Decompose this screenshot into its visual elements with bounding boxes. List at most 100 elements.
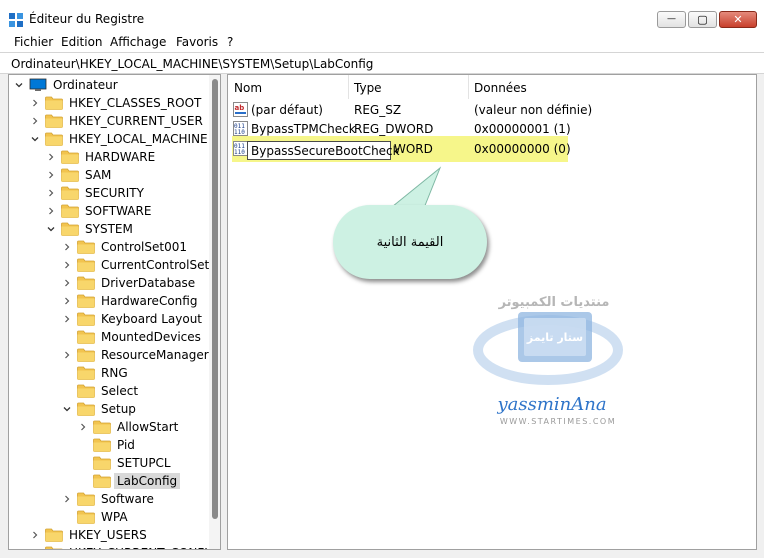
tree-node-driverdatabase[interactable]: DriverDatabase xyxy=(61,274,195,292)
maximize-button[interactable]: ▢ xyxy=(688,11,717,28)
menu-affichage[interactable]: Affichage xyxy=(110,35,166,49)
tree-node-software[interactable]: SOFTWARE xyxy=(45,202,151,220)
tree-scrollbar[interactable] xyxy=(209,75,220,549)
menu-favoris[interactable]: Favoris xyxy=(176,35,218,49)
tree-node-label: HKEY_LOCAL_MACHINE xyxy=(69,132,208,146)
chevron-right-icon[interactable] xyxy=(29,526,41,544)
tree-node-label: HARDWARE xyxy=(85,150,156,164)
tree-node-hkey-local-machine[interactable]: HKEY_LOCAL_MACHINE xyxy=(29,130,208,148)
column-header-data[interactable]: Données xyxy=(474,81,527,95)
close-button[interactable]: ✕ xyxy=(719,11,757,28)
column-separator[interactable] xyxy=(468,75,469,99)
chevron-right-icon[interactable] xyxy=(45,166,57,184)
tree-node-label: HKEY_CURRENT_CONFIG xyxy=(69,546,217,549)
chevron-right-icon[interactable] xyxy=(61,310,73,328)
folder-icon xyxy=(73,348,101,362)
chevron-down-icon[interactable] xyxy=(13,76,25,94)
tree-node-label: MountedDevices xyxy=(101,330,201,344)
folder-icon xyxy=(41,546,69,549)
menu-help[interactable]: ? xyxy=(227,35,233,49)
column-header-name[interactable]: Nom xyxy=(234,81,262,95)
tree-node-ordinateur[interactable]: Ordinateur xyxy=(13,76,118,94)
folder-icon xyxy=(73,510,101,524)
minimize-button[interactable]: — xyxy=(657,11,686,28)
tree-node-pid[interactable]: Pid xyxy=(77,436,135,454)
chevron-right-icon[interactable] xyxy=(45,148,57,166)
svg-text:110: 110 xyxy=(234,129,245,136)
string-value-icon: ab xyxy=(233,102,248,117)
chevron-right-icon[interactable] xyxy=(61,292,73,310)
value-row-editing[interactable]: 011 110 BypassSecureBootCheck WORD 0x000… xyxy=(228,139,756,160)
tree-node-sam[interactable]: SAM xyxy=(45,166,111,184)
registry-editor-window: Éditeur du Registre — ▢ ✕ Fichier Editio… xyxy=(0,0,764,558)
chevron-right-icon[interactable] xyxy=(61,256,73,274)
tree-node-allowstart[interactable]: AllowStart xyxy=(77,418,178,436)
binary-value-icon: 011 110 xyxy=(233,141,248,156)
tree-node-hkey-current-config[interactable]: HKEY_CURRENT_CONFIG xyxy=(29,544,217,549)
tree-node-setup[interactable]: Setup xyxy=(61,400,136,418)
tree-node-software[interactable]: Software xyxy=(61,490,154,508)
svg-text:ab: ab xyxy=(235,104,245,112)
tree-node-label: SOFTWARE xyxy=(85,204,152,218)
address-bar[interactable]: Ordinateur\HKEY_LOCAL_MACHINE\SYSTEM\Set… xyxy=(0,52,764,74)
chevron-right-icon[interactable] xyxy=(61,274,73,292)
folder-icon xyxy=(73,330,101,344)
tree-node-hardwareconfig[interactable]: HardwareConfig xyxy=(61,292,197,310)
tree-node-labconfig[interactable]: LabConfig xyxy=(77,472,181,490)
rename-edit-box[interactable]: BypassSecureBootCheck xyxy=(247,141,400,160)
tree-node-rng[interactable]: RNG xyxy=(61,364,128,382)
tree-node-wpa[interactable]: WPA xyxy=(61,508,128,526)
tree-node-security[interactable]: SECURITY xyxy=(45,184,144,202)
chevron-right-icon[interactable] xyxy=(29,94,41,112)
key-tree-pane[interactable]: Ordinateur HKEY_CLASSES_ROOT HKEY_CURRENT_… xyxy=(8,74,221,550)
tree-node-label: HKEY_CURRENT_USER xyxy=(69,114,203,128)
tree-node-hkey-users[interactable]: HKEY_USERS xyxy=(29,526,147,544)
value-row[interactable]: ab (par défaut) REG_SZ (valeur non défin… xyxy=(228,100,756,119)
value-type: REG_DWORD xyxy=(354,122,434,136)
window-title: Éditeur du Registre xyxy=(29,12,145,26)
tree-scrollbar-thumb[interactable] xyxy=(212,79,218,519)
chevron-right-icon[interactable] xyxy=(61,346,73,364)
tree-node-label: Ordinateur xyxy=(53,78,118,92)
folder-icon xyxy=(41,528,69,542)
folder-icon xyxy=(57,204,85,218)
column-separator[interactable] xyxy=(348,75,349,99)
tree-node-currentcontrolset[interactable]: CurrentControlSet xyxy=(61,256,209,274)
tree-node-select[interactable]: Select xyxy=(61,382,138,400)
chevron-down-icon[interactable] xyxy=(61,400,73,418)
tree-node-hkey-classes-root[interactable]: HKEY_CLASSES_ROOT xyxy=(29,94,201,112)
chevron-down-icon[interactable] xyxy=(29,130,41,148)
tree-node-resourcemanager[interactable]: ResourceManager xyxy=(61,346,209,364)
chevron-right-icon[interactable] xyxy=(29,112,41,130)
tree-node-label: Pid xyxy=(117,438,135,452)
tree-node-controlset001[interactable]: ControlSet001 xyxy=(61,238,187,256)
tree-node-mounteddevices[interactable]: MountedDevices xyxy=(61,328,201,346)
chevron-right-icon[interactable] xyxy=(61,238,73,256)
chevron-down-icon[interactable] xyxy=(45,220,57,238)
menu-fichier[interactable]: Fichier xyxy=(14,35,53,49)
rename-input-text[interactable]: BypassSecureBootCheck xyxy=(251,144,400,158)
tree-node-label: HardwareConfig xyxy=(101,294,198,308)
tree-node-keyboard-layout[interactable]: Keyboard Layout xyxy=(61,310,202,328)
value-row[interactable]: 011 110 BypassTPMCheck REG_DWORD 0x00000… xyxy=(228,119,756,138)
value-data: 0x00000001 (1) xyxy=(474,122,571,136)
folder-icon xyxy=(41,96,69,110)
tree-node-system[interactable]: SYSTEM xyxy=(45,220,133,238)
tree-node-setupcl[interactable]: SETUPCL xyxy=(77,454,171,472)
chevron-right-icon[interactable] xyxy=(61,490,73,508)
chevron-right-icon[interactable] xyxy=(29,544,41,549)
svg-text:110: 110 xyxy=(234,149,245,156)
column-header-type[interactable]: Type xyxy=(354,81,382,95)
title-bar[interactable]: Éditeur du Registre — ▢ ✕ xyxy=(0,0,764,32)
value-type: REG_SZ xyxy=(354,103,402,117)
tree-node-label: SECURITY xyxy=(85,186,144,200)
chevron-right-icon[interactable] xyxy=(45,202,57,220)
tree-node-hardware[interactable]: HARDWARE xyxy=(45,148,155,166)
tree-node-hkey-current-user[interactable]: HKEY_CURRENT_USER xyxy=(29,112,203,130)
menu-edition[interactable]: Edition xyxy=(61,35,103,49)
chevron-right-icon[interactable] xyxy=(45,184,57,202)
address-path[interactable]: Ordinateur\HKEY_LOCAL_MACHINE\SYSTEM\Set… xyxy=(11,57,373,71)
chevron-right-icon[interactable] xyxy=(77,418,89,436)
